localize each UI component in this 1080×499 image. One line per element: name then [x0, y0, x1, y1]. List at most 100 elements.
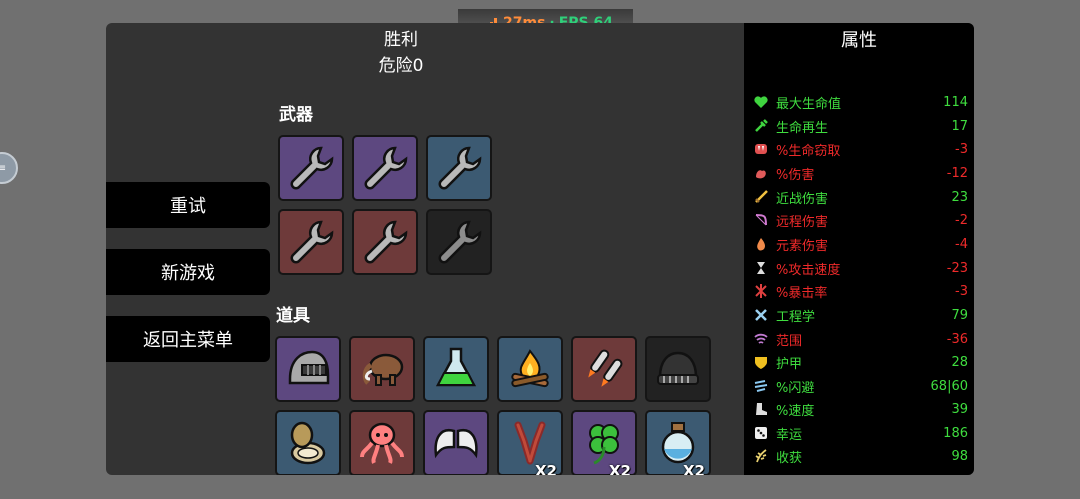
stat-row[interactable]: 范围 -36	[752, 328, 968, 350]
new-game-button[interactable]: 新游戏	[106, 249, 270, 295]
item-slot[interactable]	[645, 336, 711, 402]
weapon-slot[interactable]	[426, 209, 492, 275]
stat-value: 98	[951, 448, 968, 464]
beanie-icon	[657, 351, 699, 385]
item-slot[interactable]: X2	[571, 410, 637, 475]
stat-row[interactable]: %闪避 68|60	[752, 375, 968, 397]
flame-icon	[752, 235, 770, 253]
item-slot[interactable]	[349, 336, 415, 402]
item-slot[interactable]	[349, 410, 415, 475]
wrench-icon	[438, 220, 482, 264]
stat-value: 39	[951, 401, 968, 417]
stat-name: 生命再生	[776, 120, 829, 136]
stat-row[interactable]: %攻击速度 -23	[752, 257, 968, 279]
stat-value: -4	[955, 236, 968, 252]
item-slot[interactable]	[571, 336, 637, 402]
stat-row[interactable]: %速度 39	[752, 398, 968, 420]
stat-value: 68|60	[930, 378, 968, 394]
tools-icon	[752, 306, 770, 324]
wings-icon	[434, 428, 478, 459]
stat-row[interactable]: 元素伤害 -4	[752, 233, 968, 255]
stat-name: %闪避	[776, 380, 815, 396]
stat-value: -12	[946, 165, 968, 181]
stat-name: 元素伤害	[776, 238, 829, 254]
stats-panel: 属性 最大生命值 114 生命再生 17 %生命窃取 -3 %伤害 -12 近战…	[744, 23, 974, 475]
stat-row[interactable]: %伤害 -12	[752, 162, 968, 184]
item-slot[interactable]: X2	[497, 410, 563, 475]
octopus-icon	[360, 422, 404, 464]
item-quantity: X2	[682, 462, 705, 475]
items-heading: 道具	[276, 306, 310, 326]
item-quantity: X2	[608, 462, 631, 475]
stat-row[interactable]: %生命窃取 -3	[752, 138, 968, 160]
stat-row[interactable]: 工程学 79	[752, 304, 968, 326]
heart-icon	[752, 93, 770, 111]
item-slot[interactable]	[275, 410, 341, 475]
stat-row[interactable]: 幸运 186	[752, 422, 968, 444]
stat-row[interactable]: 生命再生 17	[752, 115, 968, 137]
stat-value: 186	[943, 425, 968, 441]
run-summary-panel: 胜利 危险0 重试 新游戏 返回主菜单 武器 道具 X2 X2 X2 属性 最大…	[106, 23, 974, 475]
result-title: 胜利	[384, 30, 418, 50]
stat-row[interactable]: 远程伤害 -2	[752, 209, 968, 231]
compass-icon	[290, 421, 326, 465]
boot-icon	[752, 400, 770, 418]
stat-value: -3	[955, 283, 968, 299]
syringe-icon	[752, 117, 770, 135]
stat-value: -2	[955, 212, 968, 228]
stat-value: 17	[951, 118, 968, 134]
mammoth-icon	[362, 353, 404, 386]
stat-name: %生命窃取	[776, 143, 841, 159]
stat-value: 79	[951, 307, 968, 323]
stat-name: 幸运	[776, 427, 803, 443]
stat-row[interactable]: 收获 98	[752, 445, 968, 467]
stat-name: 最大生命值	[776, 96, 842, 112]
stat-name: %速度	[776, 403, 815, 419]
crit-icon	[752, 282, 770, 300]
stat-value: -3	[955, 141, 968, 157]
item-slot[interactable]	[423, 410, 489, 475]
stat-row[interactable]: 护甲 28	[752, 351, 968, 373]
stat-value: 28	[951, 354, 968, 370]
item-slot[interactable]	[497, 336, 563, 402]
stat-value: -36	[946, 331, 968, 347]
stat-name: %攻击速度	[776, 262, 841, 278]
stat-value: 114	[943, 94, 968, 110]
bow-icon	[752, 211, 770, 229]
wrench-icon	[438, 146, 482, 190]
wrench-icon	[290, 146, 334, 190]
rockets-icon	[588, 349, 623, 387]
stat-row[interactable]: 最大生命值 114	[752, 91, 968, 113]
main-menu-button[interactable]: 返回主菜单	[106, 316, 270, 362]
stat-name: 近战伤害	[776, 191, 829, 207]
weapon-slot[interactable]	[352, 135, 418, 201]
item-slot[interactable]: X2	[645, 410, 711, 475]
sword-icon	[752, 188, 770, 206]
danger-level: 危险0	[378, 56, 424, 76]
harvest-icon	[752, 447, 770, 465]
fangs-icon	[752, 140, 770, 158]
weapon-slot[interactable]	[352, 209, 418, 275]
item-quantity: X2	[534, 462, 557, 475]
stat-value: 23	[951, 189, 968, 205]
item-slot[interactable]	[275, 336, 341, 402]
stat-name: 范围	[776, 333, 803, 349]
floating-assist-bubble[interactable]: ≡	[0, 152, 18, 184]
weapon-slot[interactable]	[278, 135, 344, 201]
weapon-slot[interactable]	[278, 209, 344, 275]
stat-row[interactable]: 近战伤害 23	[752, 186, 968, 208]
retry-button[interactable]: 重试	[106, 182, 270, 228]
stat-value: -23	[946, 260, 968, 276]
item-slot[interactable]	[423, 336, 489, 402]
range-icon	[752, 330, 770, 348]
stat-name: %暴击率	[776, 285, 828, 301]
stat-row[interactable]: %暴击率 -3	[752, 280, 968, 302]
campfire-icon	[511, 349, 549, 388]
stat-name: 收获	[776, 450, 803, 466]
wrench-icon	[364, 220, 408, 264]
hourglass-icon	[752, 259, 770, 277]
weapon-slot[interactable]	[426, 135, 492, 201]
muscle-icon	[752, 164, 770, 182]
stat-name: %伤害	[776, 167, 815, 183]
helmet-icon	[288, 350, 330, 385]
